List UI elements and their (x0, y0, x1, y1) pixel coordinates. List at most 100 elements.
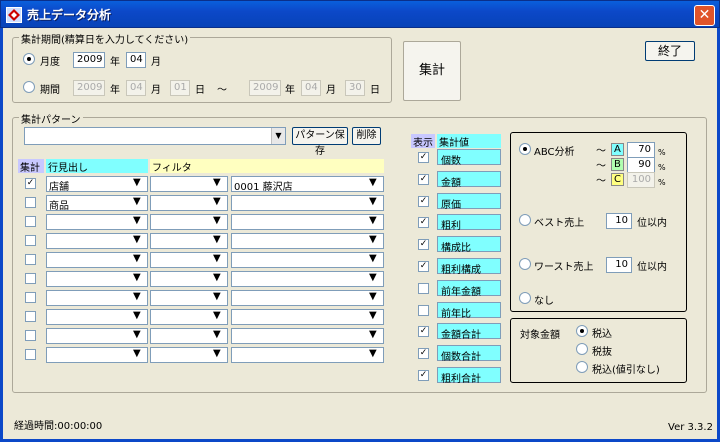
monthly-year-unit: 年 (110, 57, 120, 68)
row-aggregate-checkbox[interactable] (25, 311, 36, 322)
metric-display-checkbox[interactable]: ✓ (418, 348, 429, 360)
metric-display-checkbox[interactable] (418, 282, 429, 294)
filter-value-select[interactable] (231, 347, 384, 363)
filter-value-select[interactable]: 0001 藤沢店 (231, 176, 384, 192)
close-button[interactable]: ✕ (694, 5, 715, 26)
pattern-delete-button[interactable]: 削除 (352, 127, 381, 145)
range-to-day-unit: 日 (370, 85, 380, 96)
monthly-month-input[interactable]: 04 (126, 52, 146, 68)
filter-value-select[interactable] (231, 214, 384, 230)
chevron-down-icon: ▼ (133, 310, 141, 321)
range-to-day[interactable]: 30 (345, 80, 365, 96)
row-aggregate-checkbox[interactable] (25, 235, 36, 246)
filter-value-select[interactable] (231, 252, 384, 268)
amount-tax-excl-radio[interactable] (576, 343, 588, 355)
monthly-year-input[interactable]: 2009 (73, 52, 105, 68)
range-from-year[interactable]: 2009 (73, 80, 105, 96)
amount-no-discount-radio[interactable] (576, 361, 588, 373)
pattern-select[interactable]: ▼ (24, 127, 286, 145)
metric-label: 個数 (437, 149, 501, 167)
amount-label: 対象金額 (520, 330, 560, 341)
abc-tilde-c: 〜 (596, 176, 606, 187)
metric-display-checkbox[interactable]: ✓ (418, 239, 429, 251)
title-bar: 売上データ分析 ✕ (0, 0, 720, 28)
range-to-year[interactable]: 2009 (249, 80, 281, 96)
range-to-year-unit: 年 (285, 85, 295, 96)
period-group: 集計期間(精算日を入力してください) 月度 2009 年 04 月 期間 200… (12, 31, 392, 103)
chevron-down-icon: ▼ (213, 234, 221, 245)
chevron-down-icon: ▼ (133, 329, 141, 340)
worst-input[interactable]: 10 (606, 257, 632, 273)
amount-tax-incl-label: 税込 (592, 329, 612, 340)
range-from-day[interactable]: 01 (170, 80, 190, 96)
row-aggregate-checkbox[interactable]: ✓ (25, 178, 36, 189)
filter-value-select[interactable] (231, 271, 384, 287)
worst-unit: 位以内 (637, 262, 667, 273)
aggregate-button[interactable]: 集計 (403, 41, 461, 101)
abc-b-input[interactable]: 90 (627, 157, 655, 173)
col-row-header: 行見出し (46, 159, 148, 174)
filter-value-select[interactable] (231, 290, 384, 306)
chevron-down-icon: ▼ (369, 291, 377, 302)
row-aggregate-checkbox[interactable] (25, 292, 36, 303)
metric-label: 個数合計 (437, 345, 501, 363)
chevron-down-icon: ▼ (133, 272, 141, 283)
filter-value-select[interactable] (231, 233, 384, 249)
best-radio[interactable] (519, 214, 531, 226)
worst-radio[interactable] (519, 258, 531, 270)
metric-label: 構成比 (437, 236, 501, 254)
filter-value-select[interactable] (231, 195, 384, 211)
metric-display-checkbox[interactable]: ✓ (418, 152, 429, 163)
chevron-down-icon: ▼ (213, 177, 221, 188)
abc-a-input[interactable]: 70 (627, 142, 655, 158)
best-label: ベスト売上 (534, 218, 585, 229)
row-aggregate-checkbox[interactable] (25, 216, 36, 227)
row-aggregate-checkbox[interactable] (25, 197, 36, 208)
metric-display-checkbox[interactable]: ✓ (418, 173, 429, 185)
abc-label: ABC分析 (534, 147, 575, 158)
chevron-down-icon: ▼ (369, 177, 377, 188)
chevron-down-icon: ▼ (213, 253, 221, 264)
chevron-down-icon: ▼ (213, 196, 221, 207)
monthly-radio[interactable] (23, 53, 35, 65)
metric-display-checkbox[interactable]: ✓ (418, 370, 429, 381)
elapsed-time: 経過時間:00:00:00 (14, 421, 103, 432)
row-aggregate-checkbox[interactable] (25, 330, 36, 341)
metric-display-checkbox[interactable]: ✓ (418, 217, 429, 229)
filter-value-select[interactable] (231, 328, 384, 344)
version-label: Ver 3.3.2 (668, 422, 713, 433)
row-aggregate-checkbox[interactable] (25, 254, 36, 265)
amount-tax-incl-radio[interactable] (576, 325, 588, 337)
range-to-month[interactable]: 04 (301, 80, 321, 96)
metric-display-checkbox[interactable]: ✓ (418, 261, 429, 272)
abc-radio[interactable] (519, 143, 531, 155)
window-title: 売上データ分析 (27, 8, 112, 22)
pattern-legend: 集計パターン (19, 111, 83, 126)
range-radio[interactable] (23, 81, 35, 93)
metric-display-checkbox[interactable]: ✓ (418, 195, 429, 207)
chevron-down-icon: ▼ (369, 196, 377, 207)
filter-value-select[interactable] (231, 309, 384, 325)
chevron-down-icon: ▼ (133, 196, 141, 207)
col-aggregate: 集計 (18, 159, 44, 174)
range-label: 期間 (40, 85, 60, 96)
chevron-down-icon: ▼ (133, 291, 141, 302)
chevron-down-icon: ▼ (213, 310, 221, 321)
chevron-down-icon: ▼ (213, 348, 221, 359)
metric-display-checkbox[interactable] (418, 304, 429, 316)
none-radio[interactable] (519, 292, 531, 304)
pattern-save-button[interactable]: パターン保存 (292, 127, 348, 157)
chevron-down-icon: ▼ (369, 234, 377, 245)
metric-label: 金額 (437, 170, 501, 189)
metric-display-checkbox[interactable]: ✓ (418, 326, 429, 338)
chevron-down-icon: ▼ (369, 253, 377, 264)
metric-label: 原価 (437, 192, 501, 211)
abc-c-label: C (611, 173, 624, 186)
row-aggregate-checkbox[interactable] (25, 273, 36, 284)
exit-button[interactable]: 終了 (645, 41, 695, 61)
chevron-down-icon: ▼ (133, 234, 141, 245)
abc-tilde-b: 〜 (596, 161, 606, 172)
range-from-month[interactable]: 04 (126, 80, 146, 96)
row-aggregate-checkbox[interactable] (25, 349, 36, 360)
best-input[interactable]: 10 (606, 213, 632, 229)
